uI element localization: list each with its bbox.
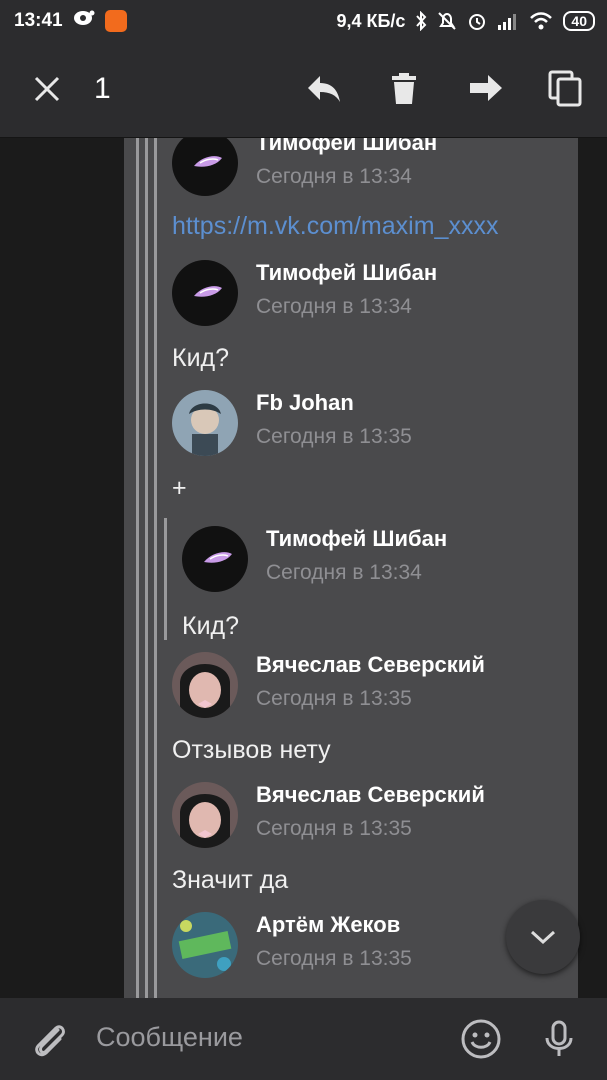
message-author[interactable]: Тимофей Шибан Сегодня в 13:34: [172, 138, 437, 196]
avatar[interactable]: [172, 138, 238, 196]
battery-indicator: 40: [563, 11, 595, 31]
network-speed: 9,4 КБ/с: [336, 10, 406, 31]
message-author[interactable]: Вячеслав Северский Сегодня в 13:35: [172, 782, 485, 848]
chevron-down-icon: [530, 930, 556, 945]
copy-icon[interactable]: [546, 68, 586, 108]
message-input[interactable]: Сообщение: [96, 1022, 243, 1053]
quote-line: [136, 138, 139, 998]
message-time: Сегодня в 13:34: [266, 561, 422, 584]
message-time: Сегодня в 13:34: [256, 295, 412, 318]
quote-line: [145, 138, 148, 998]
paperclip-icon[interactable]: [28, 1018, 70, 1060]
quoted-message-author[interactable]: Тимофей Шибан Сегодня в 13:34: [182, 526, 447, 592]
author-name[interactable]: Fb Johan: [256, 390, 412, 416]
avatar[interactable]: [172, 390, 238, 456]
message-time: Сегодня в 13:35: [256, 425, 412, 448]
avatar[interactable]: [172, 260, 238, 326]
quoted-message-text: Кид?: [182, 612, 240, 640]
microphone-icon[interactable]: [538, 1018, 580, 1060]
message-time: Сегодня в 13:35: [256, 817, 412, 840]
mute-bell-icon: [438, 12, 457, 30]
message-text: +: [172, 474, 187, 502]
message-time: Сегодня в 13:35: [256, 947, 412, 970]
author-name[interactable]: Тимофей Шибан: [256, 138, 437, 156]
forward-icon[interactable]: [466, 68, 506, 108]
message-author[interactable]: Fb Johan Сегодня в 13:35: [172, 390, 412, 456]
close-icon[interactable]: [30, 72, 64, 106]
message-time: Сегодня в 13:34: [256, 165, 412, 188]
message-text: Кид?: [172, 344, 230, 372]
trash-icon[interactable]: [384, 68, 424, 108]
scroll-down-button[interactable]: [506, 900, 580, 974]
message-text: Отзывов нету: [172, 736, 331, 764]
status-time: 13:41: [14, 10, 63, 31]
wifi-icon: [530, 12, 553, 30]
message-list[interactable]: Тимофей Шибан Сегодня в 13:34 https://m.…: [0, 138, 607, 998]
author-name[interactable]: Тимофей Шибан: [266, 526, 447, 552]
message-time: Сегодня в 13:35: [256, 687, 412, 710]
emoji-icon[interactable]: [460, 1018, 502, 1060]
reply-quote-bar: [164, 518, 167, 640]
selected-count: 1: [94, 72, 111, 105]
message-author[interactable]: Тимофей Шибан Сегодня в 13:34: [172, 260, 437, 326]
message-author[interactable]: Вячеслав Северский Сегодня в 13:35: [172, 652, 485, 718]
message-composer: Сообщение: [0, 998, 607, 1080]
status-bar: 13:41 9,4 КБ/с 40: [0, 0, 607, 42]
message-link[interactable]: https://m.vk.com/maxim_xxxx: [172, 212, 498, 241]
signal-icon: [498, 14, 517, 30]
avatar[interactable]: [172, 782, 238, 848]
reply-icon[interactable]: [304, 68, 344, 108]
author-name[interactable]: Вячеслав Северский: [256, 652, 485, 678]
notification-icon: [73, 9, 95, 33]
avatar[interactable]: [172, 652, 238, 718]
author-name[interactable]: Артём Жеков: [256, 912, 412, 938]
quote-line: [154, 138, 157, 998]
app-notification-icon: [104, 10, 127, 32]
message-author[interactable]: Артём Жеков Сегодня в 13:35: [172, 912, 412, 978]
avatar[interactable]: [182, 526, 248, 592]
author-name[interactable]: Тимофей Шибан: [256, 260, 437, 286]
author-name[interactable]: Вячеслав Северский: [256, 782, 485, 808]
message-text: Значит да: [172, 866, 289, 894]
avatar[interactable]: [172, 912, 238, 978]
selection-toolbar: 1: [0, 42, 607, 138]
bluetooth-icon: [416, 11, 427, 31]
alarm-icon: [469, 14, 486, 30]
